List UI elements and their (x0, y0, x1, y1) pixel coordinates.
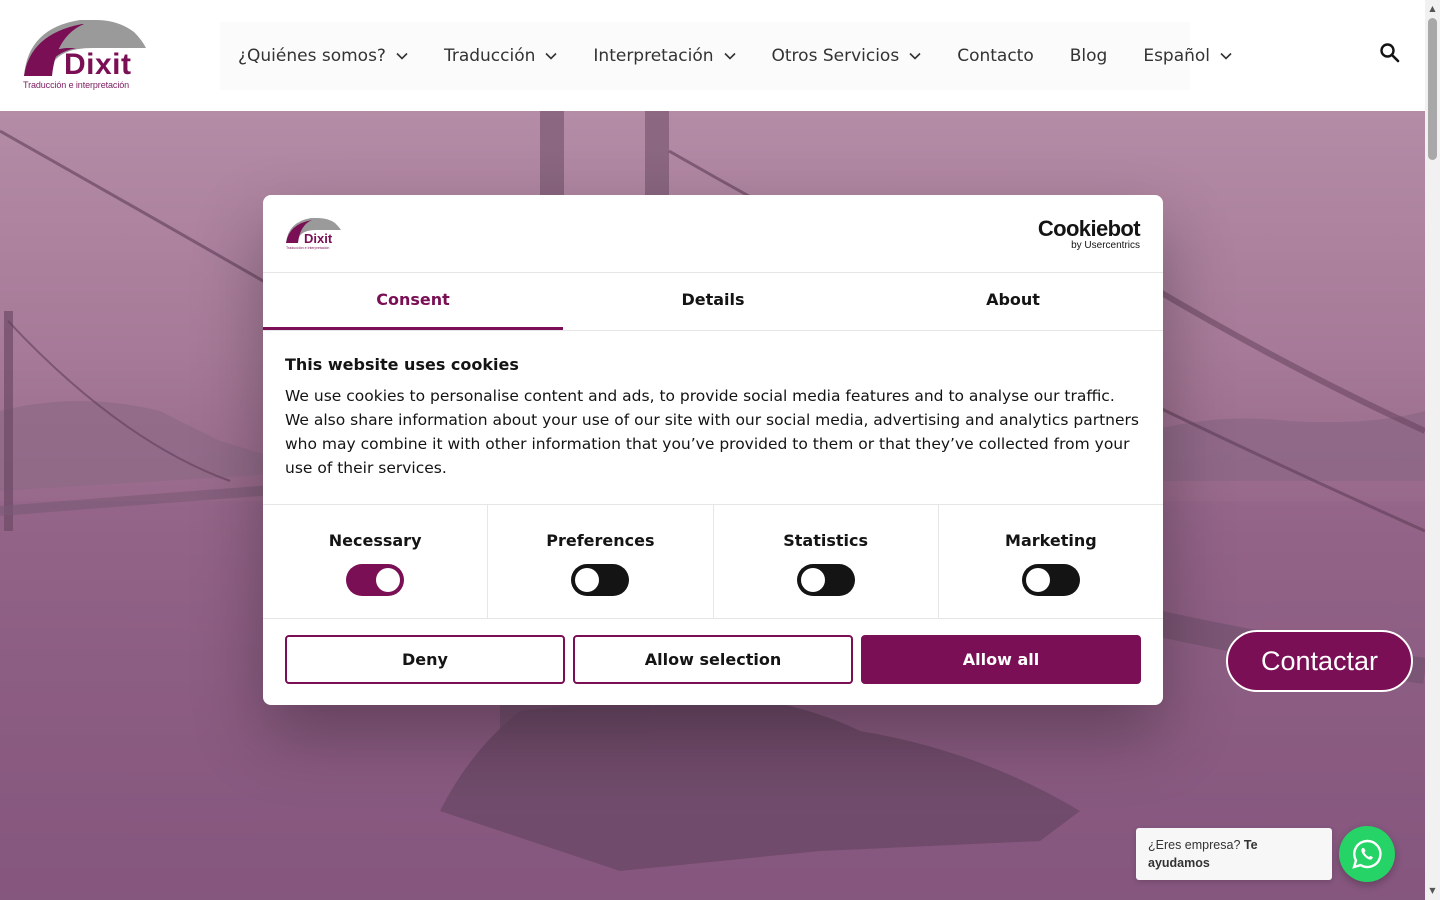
logo-wordmark: Dixit (64, 48, 132, 81)
toggle-label: Preferences (546, 531, 655, 550)
dialog-body: This website uses cookies We use cookies… (263, 331, 1163, 505)
chevron-down-icon (909, 52, 921, 60)
tab-details[interactable]: Details (563, 273, 863, 330)
dialog-tabs: Consent Details About (263, 273, 1163, 331)
dixit-logo-small: Dixit Traducción e interpretación (286, 218, 341, 250)
nav-item-quiénes-somos[interactable]: ¿Quiénes somos? (238, 46, 408, 66)
switch-knob (800, 568, 825, 592)
logo-small-subtitle: Traducción e interpretación (286, 246, 329, 250)
nav-item-label: Otros Servicios (771, 46, 900, 66)
cookie-consent-dialog: Dixit Traducción e interpretación Cookie… (263, 195, 1163, 705)
nav-item-blog[interactable]: Blog (1070, 46, 1108, 66)
dialog-header: Dixit Traducción e interpretación Cookie… (263, 195, 1163, 273)
whatsapp-text: ¿Eres empresa? (1148, 838, 1241, 852)
switch-knob (376, 568, 401, 592)
toggle-label: Marketing (1005, 531, 1097, 550)
nav-item-label: Español (1143, 46, 1211, 66)
dialog-buttons: Deny Allow selection Allow all (263, 619, 1163, 700)
scroll-down-arrow-icon[interactable]: ▼ (1428, 886, 1437, 895)
toggle-label: Statistics (783, 531, 868, 550)
nav-item-interpretación[interactable]: Interpretación (593, 46, 736, 66)
site-header: Dixit Traducción e interpretación ¿Quién… (0, 0, 1425, 111)
switch-knob (575, 568, 600, 592)
switch-knob (1025, 568, 1050, 592)
scroll-thumb[interactable] (1428, 18, 1437, 160)
nav-item-español[interactable]: Español (1143, 46, 1232, 66)
nav-item-label: Blog (1069, 46, 1108, 66)
main-nav: ¿Quiénes somos? Traducción Interpretación O… (220, 22, 1232, 90)
search-icon[interactable] (1379, 42, 1401, 64)
cookiebot-title: Cookiebot (1037, 216, 1141, 241)
nav-item-otros-servicios[interactable]: Otros Servicios (772, 46, 922, 66)
allow-selection-button[interactable]: Allow selection (573, 635, 853, 684)
chevron-down-icon (396, 52, 408, 60)
toggle-statistics: Statistics (714, 505, 939, 618)
whatsapp-icon (1352, 839, 1382, 869)
scroll-up-arrow-icon[interactable]: ▲ (1428, 4, 1437, 13)
chevron-down-icon (1220, 52, 1232, 60)
toggle-necessary: Necessary (263, 505, 489, 618)
nav-item-label: Contacto (957, 46, 1034, 66)
svg-text:Dixit: Dixit (304, 231, 333, 246)
contactar-button[interactable]: Contactar (1226, 630, 1413, 692)
chevron-down-icon (545, 52, 557, 60)
consent-toggles: Necessary Preferences Statistics Marketi… (263, 505, 1163, 619)
preferences-switch[interactable] (571, 564, 630, 596)
allow-all-button[interactable]: Allow all (861, 635, 1141, 684)
nav-item-label: ¿Quiénes somos? (238, 46, 386, 66)
toggle-preferences: Preferences (488, 505, 714, 618)
nav-item-traducción[interactable]: Traducción (444, 46, 557, 66)
cookiebot-brand[interactable]: Cookiebot by Usercentrics (1037, 216, 1141, 251)
statistics-switch[interactable] (796, 564, 855, 596)
tab-consent[interactable]: Consent (263, 273, 563, 330)
whatsapp-button[interactable] (1339, 826, 1395, 882)
cookiebot-by: by Usercentrics (1071, 240, 1140, 251)
dialog-description: We use cookies to personalise content an… (285, 387, 1139, 477)
nav-item-label: Interpretación (593, 46, 714, 66)
nav-item-contacto[interactable]: Contacto (957, 46, 1034, 66)
nav-item-label: Traducción (443, 46, 536, 66)
necessary-switch[interactable] (346, 564, 405, 596)
marketing-switch[interactable] (1021, 564, 1080, 596)
dialog-heading: This website uses cookies (285, 355, 519, 374)
deny-button[interactable]: Deny (285, 635, 565, 684)
toggle-label: Necessary (328, 531, 422, 550)
page-scrollbar[interactable]: ▲ ▼ (1425, 0, 1440, 900)
toggle-marketing: Marketing (939, 505, 1163, 618)
logo-subtitle: Traducción e interpretación (23, 80, 130, 90)
tab-about[interactable]: About (863, 273, 1163, 330)
whatsapp-bubble[interactable]: ¿Eres empresa? Te ayudamos (1136, 828, 1332, 880)
chevron-down-icon (723, 52, 736, 60)
